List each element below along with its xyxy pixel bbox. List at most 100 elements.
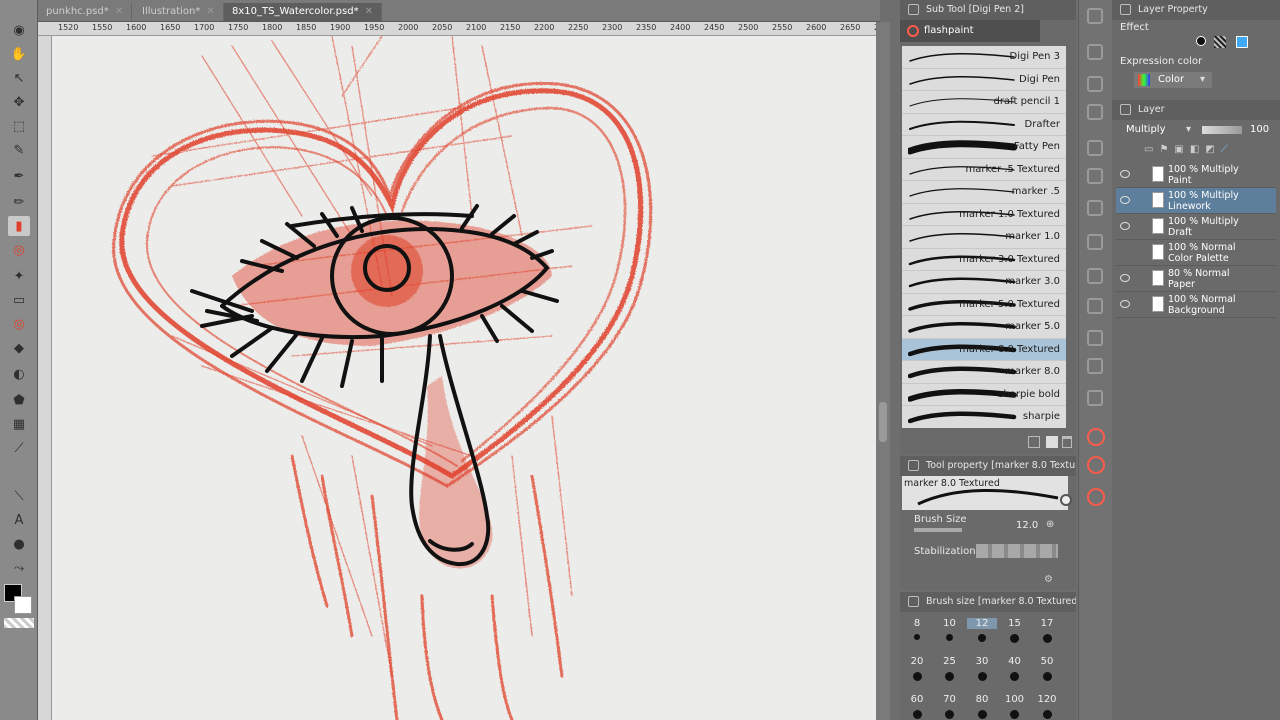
brush-size-option[interactable]: 120 bbox=[1032, 694, 1062, 705]
figure-icon[interactable]: ⬟ bbox=[8, 390, 30, 410]
brush-item[interactable]: Digi Pen bbox=[902, 69, 1066, 91]
brush-size-option[interactable]: 80 bbox=[967, 694, 997, 705]
subview-icon[interactable] bbox=[1087, 44, 1103, 60]
gradient-icon[interactable]: ◐ bbox=[8, 364, 30, 384]
brush-item[interactable]: marker .5 bbox=[902, 181, 1066, 204]
brush-size-dot[interactable] bbox=[945, 672, 954, 681]
animation-icon[interactable] bbox=[1087, 390, 1103, 406]
brush-size-dot[interactable] bbox=[912, 672, 922, 681]
close-icon[interactable]: ✕ bbox=[206, 6, 214, 17]
copy-subtool-icon[interactable] bbox=[1028, 436, 1040, 448]
brush-size-option[interactable]: 12 bbox=[967, 618, 997, 629]
close-icon[interactable]: ✕ bbox=[365, 6, 373, 17]
brush-size-dot[interactable] bbox=[977, 672, 987, 681]
brush-size-dot[interactable] bbox=[914, 634, 920, 640]
tab-punkhc[interactable]: punkhc.psd* ✕ bbox=[38, 3, 133, 21]
decoration-icon[interactable]: ✦ bbox=[8, 266, 30, 286]
brush-size-dot[interactable] bbox=[1042, 634, 1052, 643]
trash-icon[interactable] bbox=[1062, 436, 1072, 448]
brush-size-option[interactable]: 15 bbox=[1000, 618, 1030, 629]
mask-icon[interactable]: ◧ bbox=[1190, 144, 1199, 156]
opacity-value[interactable]: 100 bbox=[1250, 124, 1269, 135]
approximate-color-icon[interactable] bbox=[1087, 298, 1103, 314]
stabilization-slider[interactable] bbox=[976, 544, 1058, 558]
brush-size-dot[interactable] bbox=[946, 634, 953, 641]
layer-row[interactable]: 100 % Multiply Paint bbox=[1116, 162, 1276, 188]
navigator-icon[interactable] bbox=[1087, 8, 1103, 24]
settings-icon[interactable]: ⚙ bbox=[1044, 574, 1053, 585]
eye-icon[interactable] bbox=[1120, 170, 1130, 178]
eraser-icon[interactable]: ▭ bbox=[8, 290, 30, 310]
brush-item[interactable]: Digi Pen 3 bbox=[902, 46, 1066, 69]
border-effect-icon[interactable] bbox=[1196, 36, 1206, 46]
canvas-vertical-scrollbar[interactable] bbox=[876, 22, 890, 720]
brush-item[interactable]: marker 5.0 bbox=[902, 316, 1066, 339]
color-set-icon[interactable] bbox=[1087, 234, 1103, 250]
brush-item[interactable]: marker 1.0 bbox=[902, 226, 1066, 249]
eye-icon[interactable] bbox=[1120, 274, 1130, 282]
ruler-icon[interactable]: ⟋ bbox=[1221, 144, 1228, 156]
brush-size-dot[interactable] bbox=[912, 710, 922, 719]
airbrush-tool-icon[interactable] bbox=[1087, 456, 1105, 474]
layer-row[interactable]: 100 % Multiply Linework bbox=[1116, 188, 1276, 214]
brush-size-option[interactable]: 17 bbox=[1032, 618, 1062, 629]
layer-row[interactable]: 80 % Normal Paper bbox=[1116, 266, 1276, 292]
selection-icon[interactable]: ⬚ bbox=[8, 116, 30, 136]
fill-icon[interactable]: ◆ bbox=[8, 338, 30, 358]
balloon-icon[interactable]: ● bbox=[8, 534, 30, 554]
brush-item[interactable]: marker 5.0 Textured bbox=[902, 294, 1066, 316]
hand-icon[interactable]: ✋ bbox=[8, 44, 30, 64]
brush-item[interactable]: marker 1.0 Textured bbox=[902, 204, 1066, 226]
layer-color-icon[interactable] bbox=[1236, 36, 1248, 48]
scroll-thumb[interactable] bbox=[879, 402, 887, 442]
pencil-icon[interactable]: ✏ bbox=[8, 192, 30, 212]
timeline-icon[interactable] bbox=[1087, 358, 1103, 374]
airbrush-tool-icon[interactable] bbox=[1087, 428, 1105, 446]
pressure-icon[interactable]: ⊕ bbox=[1046, 519, 1054, 530]
brush-item[interactable]: sharpie bold bbox=[902, 384, 1066, 406]
tab-illustration[interactable]: Illustration* ✕ bbox=[134, 3, 224, 21]
brush-size-dot[interactable] bbox=[1042, 672, 1052, 681]
opacity-slider[interactable] bbox=[1202, 126, 1242, 134]
brush-size-dot[interactable] bbox=[1010, 710, 1019, 719]
move-layer-icon[interactable]: ✥ bbox=[8, 92, 30, 112]
lock-icon[interactable] bbox=[1087, 200, 1103, 216]
new-subtool-icon[interactable] bbox=[1046, 436, 1058, 448]
brush-size-option[interactable]: 40 bbox=[1000, 656, 1030, 667]
transparent-color-swatch[interactable] bbox=[4, 618, 34, 628]
item-bank-icon[interactable] bbox=[1087, 330, 1103, 346]
brush-size-dot[interactable] bbox=[1010, 634, 1019, 643]
close-icon[interactable]: ✕ bbox=[115, 6, 123, 17]
brush-size-option[interactable]: 60 bbox=[902, 694, 932, 705]
sub-color-swatch[interactable] bbox=[14, 596, 32, 614]
brush-size-slider[interactable] bbox=[914, 528, 962, 532]
frame-icon[interactable]: ▦ bbox=[8, 414, 30, 434]
blend-icon[interactable]: ◎ bbox=[8, 314, 30, 334]
blend-mode-select[interactable]: Multiply ▾ bbox=[1126, 124, 1196, 138]
ruler-icon[interactable]: ⟋ bbox=[8, 438, 30, 458]
brush-size-option[interactable]: 100 bbox=[1000, 694, 1030, 705]
reference-icon[interactable]: ⚑ bbox=[1159, 144, 1168, 156]
brush-size-option[interactable]: 10 bbox=[935, 618, 965, 629]
brush-size-option[interactable]: 20 bbox=[902, 656, 932, 667]
history-icon[interactable] bbox=[1087, 104, 1103, 120]
layer-search-icon[interactable] bbox=[1087, 168, 1103, 184]
airbrush-tool-icon[interactable] bbox=[1087, 488, 1105, 506]
drawing-canvas[interactable] bbox=[52, 36, 876, 720]
tab-watercolor[interactable]: 8x10_TS_Watercolor.psd* ✕ bbox=[224, 3, 382, 21]
eye-icon[interactable] bbox=[1120, 300, 1130, 308]
intermediate-color-icon[interactable] bbox=[1087, 268, 1103, 284]
operation-icon[interactable]: ↖ bbox=[8, 68, 30, 88]
eye-icon[interactable] bbox=[1120, 222, 1130, 230]
brush-size-dot[interactable] bbox=[977, 710, 987, 719]
pen-icon[interactable]: ✒ bbox=[8, 166, 30, 186]
brush-item[interactable]: marker .5 Textured bbox=[902, 159, 1066, 181]
text-icon[interactable]: A bbox=[8, 510, 30, 530]
brush-size-value[interactable]: 12.0 bbox=[1016, 520, 1038, 531]
tone-effect-icon[interactable] bbox=[1214, 36, 1226, 48]
palette-icon[interactable]: ◩ bbox=[1205, 144, 1214, 156]
brush-item[interactable]: Fatty Pen bbox=[902, 136, 1066, 159]
correct-line-icon[interactable]: ⤳ bbox=[8, 558, 30, 578]
brush-item[interactable]: Drafter bbox=[902, 114, 1066, 136]
zoom-preview-icon[interactable] bbox=[1060, 494, 1072, 506]
